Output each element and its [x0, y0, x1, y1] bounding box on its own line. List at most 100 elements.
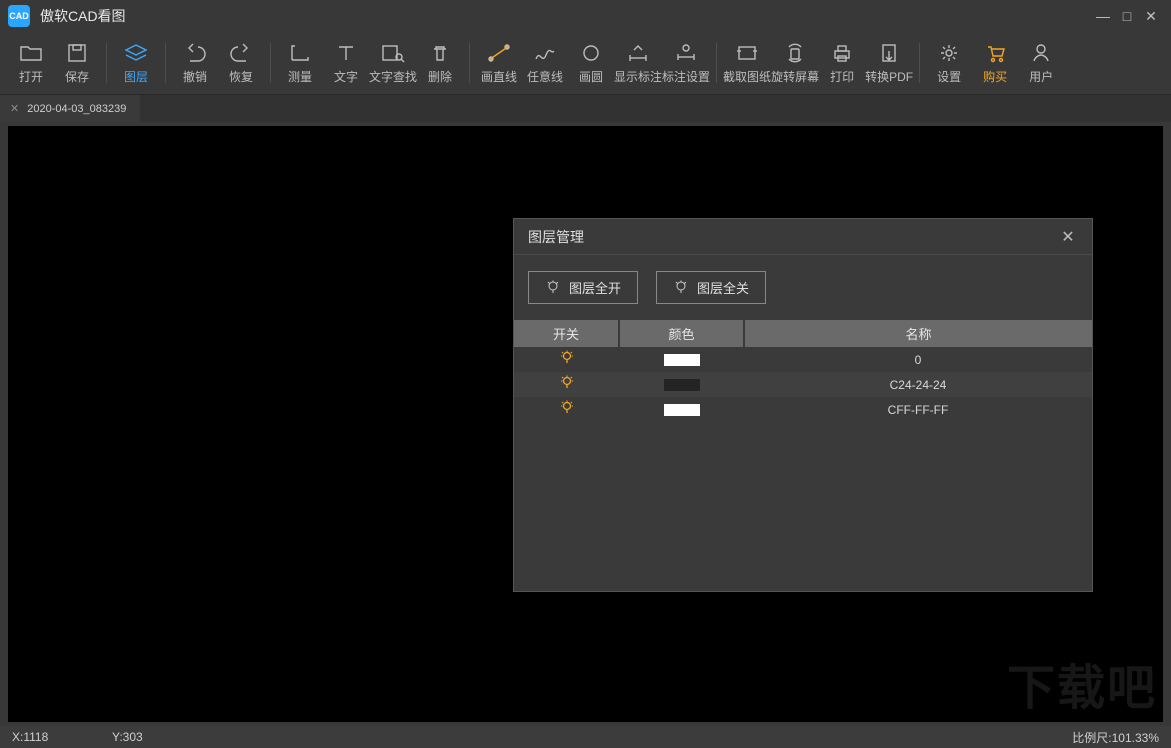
status-bar: X:1118 Y:303 比例尺:101.33%: [0, 726, 1171, 748]
tool-redo[interactable]: 恢复: [218, 35, 264, 91]
tool-undo[interactable]: 撤销: [172, 35, 218, 91]
tool-label: 画直线: [481, 68, 517, 85]
dialog-actions: 图层全开 图层全关: [514, 255, 1092, 320]
bulb-on-icon: [560, 350, 574, 369]
tool-capture[interactable]: 截取图纸: [723, 35, 771, 91]
document-tabbar: ✕ 2020-04-03_083239: [0, 94, 1171, 122]
text-icon: [333, 42, 359, 64]
tool-showanno[interactable]: 显示标注: [614, 35, 662, 91]
tab-label: 2020-04-03_083239: [27, 103, 126, 115]
tool-label: 旋转屏幕: [771, 68, 819, 85]
tool-label: 任意线: [527, 68, 563, 85]
color-swatch: [664, 404, 700, 416]
tool-save[interactable]: 保存: [54, 35, 100, 91]
toolbar-separator: [165, 43, 166, 83]
window-maximize-button[interactable]: □: [1115, 4, 1139, 28]
line-icon: [486, 42, 512, 64]
tool-annosettings[interactable]: 标注设置: [662, 35, 710, 91]
tool-freeline[interactable]: 任意线: [522, 35, 568, 91]
tool-label: 测量: [288, 68, 312, 85]
app-title: 傲软CAD看图: [40, 6, 126, 26]
tool-label: 标注设置: [662, 68, 710, 85]
settings-icon: [936, 42, 962, 64]
capture-icon: [734, 42, 760, 64]
layer-row[interactable]: 0: [514, 347, 1092, 372]
layer-switch-cell[interactable]: [514, 372, 619, 397]
tool-print[interactable]: 打印: [819, 35, 865, 91]
tool-label: 截取图纸: [723, 68, 771, 85]
tool-rotate[interactable]: 旋转屏幕: [771, 35, 819, 91]
document-tab[interactable]: ✕ 2020-04-03_083239: [0, 95, 140, 122]
layer-name-cell: 0: [744, 347, 1092, 372]
tool-label: 画圆: [579, 68, 603, 85]
tool-label: 保存: [65, 68, 89, 85]
close-icon[interactable]: ✕: [10, 102, 19, 115]
dialog-close-button[interactable]: ✕: [1058, 227, 1078, 247]
tool-user[interactable]: 用户: [1018, 35, 1064, 91]
buy-icon: [982, 42, 1008, 64]
redo-icon: [228, 42, 254, 64]
tool-label: 购买: [983, 68, 1007, 85]
tool-open[interactable]: 打开: [8, 35, 54, 91]
tool-settings[interactable]: 设置: [926, 35, 972, 91]
annosettings-icon: [673, 42, 699, 64]
tool-circle[interactable]: 画圆: [568, 35, 614, 91]
tool-label: 文字查找: [369, 68, 417, 85]
button-label: 图层全关: [697, 278, 749, 297]
window-close-button[interactable]: ✕: [1139, 4, 1163, 28]
delete-icon: [427, 42, 453, 64]
tool-findtext[interactable]: 文字查找: [369, 35, 417, 91]
dialog-titlebar[interactable]: 图层管理 ✕: [514, 219, 1092, 255]
tool-label: 设置: [937, 68, 961, 85]
layers-all-on-button[interactable]: 图层全开: [528, 271, 638, 304]
col-header-color: 颜色: [619, 320, 744, 347]
status-x: X:1118: [12, 730, 112, 744]
bulb-icon: [545, 280, 561, 296]
col-header-name: 名称: [744, 320, 1092, 347]
color-swatch: [664, 354, 700, 366]
tool-text[interactable]: 文字: [323, 35, 369, 91]
status-scale: 比例尺:101.33%: [1072, 729, 1159, 746]
save-icon: [64, 42, 90, 64]
measure-icon: [287, 42, 313, 64]
layer-table: 开关 颜色 名称 0C24-24-24CFF-FF-FF: [514, 320, 1092, 422]
tool-label: 用户: [1029, 68, 1053, 85]
tool-buy[interactable]: 购买: [972, 35, 1018, 91]
tool-label: 显示标注: [614, 68, 662, 85]
window-minimize-button[interactable]: —: [1091, 4, 1115, 28]
tool-measure[interactable]: 测量: [277, 35, 323, 91]
toolbar-separator: [270, 43, 271, 83]
layers-icon: [123, 42, 149, 64]
tool-label: 文字: [334, 68, 358, 85]
tool-line[interactable]: 画直线: [476, 35, 522, 91]
freeline-icon: [532, 42, 558, 64]
showanno-icon: [625, 42, 651, 64]
tool-label: 转换PDF: [865, 68, 913, 85]
layer-name-cell: C24-24-24: [744, 372, 1092, 397]
col-header-switch: 开关: [514, 320, 619, 347]
tool-layers[interactable]: 图层: [113, 35, 159, 91]
toolbar-separator: [919, 43, 920, 83]
print-icon: [829, 42, 855, 64]
layers-all-off-button[interactable]: 图层全关: [656, 271, 766, 304]
bulb-on-icon: [560, 400, 574, 419]
layer-color-cell[interactable]: [619, 372, 744, 397]
layer-color-cell[interactable]: [619, 347, 744, 372]
status-y: Y:303: [112, 730, 212, 744]
tool-label: 删除: [428, 68, 452, 85]
layer-row[interactable]: C24-24-24: [514, 372, 1092, 397]
tool-label: 撤销: [183, 68, 207, 85]
tool-topdf[interactable]: 转换PDF: [865, 35, 913, 91]
open-icon: [18, 42, 44, 64]
tool-label: 恢复: [229, 68, 253, 85]
user-icon: [1028, 42, 1054, 64]
layer-row[interactable]: CFF-FF-FF: [514, 397, 1092, 422]
rotate-icon: [782, 42, 808, 64]
bulb-icon: [673, 280, 689, 296]
layer-switch-cell[interactable]: [514, 347, 619, 372]
layer-color-cell[interactable]: [619, 397, 744, 422]
tool-delete[interactable]: 删除: [417, 35, 463, 91]
bulb-on-icon: [560, 375, 574, 394]
tool-label: 打印: [830, 68, 854, 85]
layer-switch-cell[interactable]: [514, 397, 619, 422]
